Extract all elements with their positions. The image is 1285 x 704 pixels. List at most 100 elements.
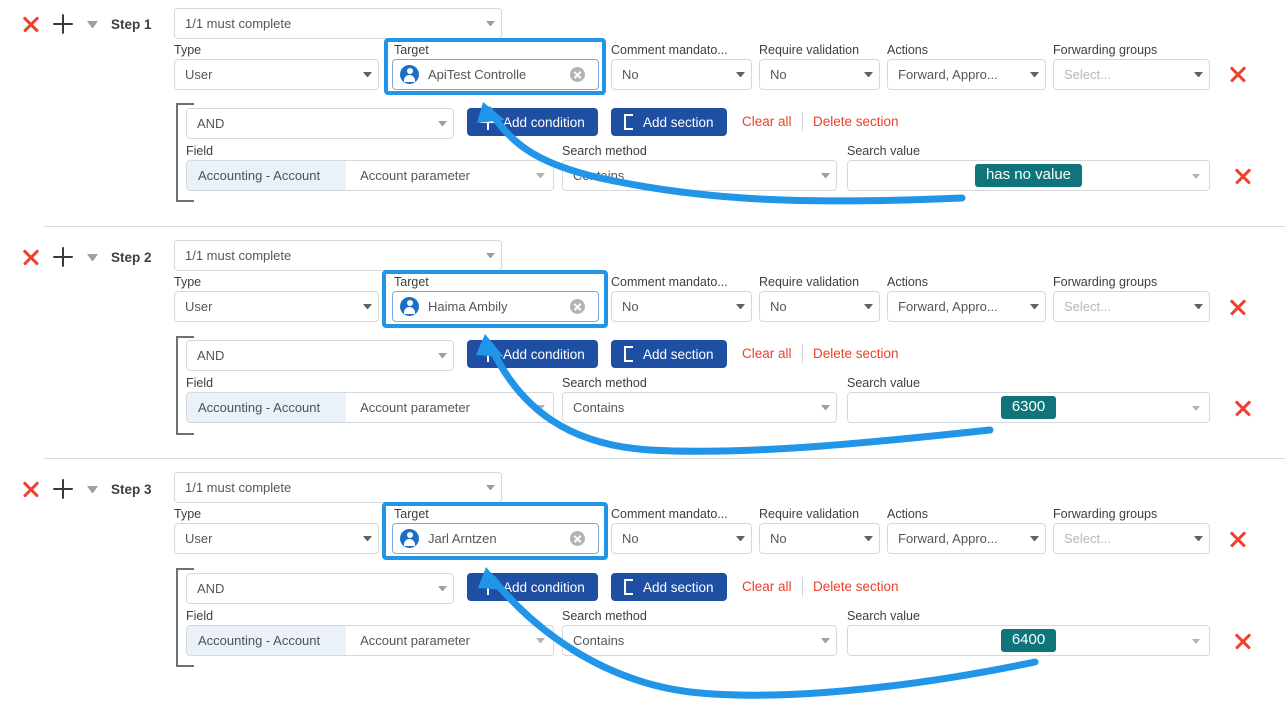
chevron-down-icon <box>536 638 545 643</box>
type-select[interactable]: User <box>174 59 379 90</box>
label-require-validation: Require validation <box>759 507 860 521</box>
approval-workflow-steps-editor: Step 1 1/1 must complete Type User Targe… <box>0 0 1285 704</box>
step-header-3: Step 3 <box>0 473 152 505</box>
step-completion-select[interactable]: 1/1 must complete <box>174 472 502 503</box>
add-step-icon[interactable] <box>53 14 73 34</box>
step-divider <box>44 458 1285 459</box>
add-section-button[interactable]: Add section <box>611 108 727 136</box>
collapse-step-caret-down-icon[interactable] <box>87 253 98 261</box>
search-value-select[interactable]: has no value <box>847 160 1210 191</box>
add-section-button[interactable]: Add section <box>611 573 727 601</box>
comment-mandatory-select[interactable]: No <box>611 523 752 554</box>
user-avatar-icon <box>400 65 419 84</box>
target-select[interactable]: ApiTest Controlle <box>392 59 599 90</box>
label-forwarding-groups: Forwarding groups <box>1053 507 1158 521</box>
delete-section-link[interactable]: Delete section <box>813 114 899 129</box>
divider <box>802 344 803 363</box>
add-step-icon[interactable] <box>53 479 73 499</box>
label-search-method: Search method <box>562 376 647 390</box>
delete-section-link[interactable]: Delete section <box>813 579 899 594</box>
chevron-down-icon <box>363 536 372 541</box>
type-select[interactable]: User <box>174 523 379 554</box>
search-method-select[interactable]: Contains <box>562 392 837 423</box>
logic-operator-select[interactable]: AND <box>186 108 454 139</box>
bracket-icon <box>624 579 633 595</box>
label-target: Target <box>394 275 429 289</box>
chevron-down-icon <box>486 485 495 490</box>
delete-step-icon[interactable] <box>20 478 42 500</box>
type-select[interactable]: User <box>174 291 379 322</box>
label-field: Field <box>186 376 214 390</box>
add-step-icon[interactable] <box>53 247 73 267</box>
step-label: Step 3 <box>111 481 152 497</box>
user-avatar-icon <box>400 297 419 316</box>
step-completion-select[interactable]: 1/1 must complete <box>174 8 502 39</box>
delete-approver-row-icon[interactable] <box>1227 296 1249 318</box>
clear-all-link[interactable]: Clear all <box>742 579 792 594</box>
actions-select[interactable]: Forward, Appro... <box>887 59 1046 90</box>
add-condition-button[interactable]: Add condition <box>467 573 598 601</box>
actions-select[interactable]: Forward, Appro... <box>887 523 1046 554</box>
collapse-step-caret-down-icon[interactable] <box>87 485 98 493</box>
step-divider <box>44 226 1285 227</box>
delete-approver-row-icon[interactable] <box>1227 63 1249 85</box>
chevron-down-icon <box>438 353 447 358</box>
chevron-down-icon <box>736 536 745 541</box>
clear-target-icon[interactable] <box>570 299 585 314</box>
label-actions: Actions <box>887 43 928 57</box>
comment-mandatory-select[interactable]: No <box>611 291 752 322</box>
search-value-select[interactable]: 6400 <box>847 625 1210 656</box>
label-field: Field <box>186 609 214 623</box>
label-require-validation: Require validation <box>759 275 860 289</box>
target-select[interactable]: Haima Ambily <box>392 291 599 322</box>
require-validation-select[interactable]: No <box>759 291 880 322</box>
actions-select[interactable]: Forward, Appro... <box>887 291 1046 322</box>
step-label: Step 1 <box>111 16 152 32</box>
comment-mandatory-select[interactable]: No <box>611 59 752 90</box>
chevron-down-icon <box>864 536 873 541</box>
delete-condition-row-icon[interactable] <box>1232 397 1254 419</box>
label-comment-mandatory: Comment mandato... <box>611 43 728 57</box>
label-type: Type <box>174 43 202 57</box>
delete-condition-row-icon[interactable] <box>1232 630 1254 652</box>
forwarding-groups-select[interactable]: Select... <box>1053 523 1210 554</box>
logic-operator-select[interactable]: AND <box>186 340 454 371</box>
search-method-select[interactable]: Contains <box>562 625 837 656</box>
plus-icon <box>480 114 495 130</box>
chevron-down-icon <box>736 72 745 77</box>
field-select[interactable]: Accounting - Account Account parameter <box>186 625 554 656</box>
field-select[interactable]: Accounting - Account Account parameter <box>186 392 554 423</box>
delete-approver-row-icon[interactable] <box>1227 528 1249 550</box>
delete-step-icon[interactable] <box>20 13 42 35</box>
forwarding-groups-select[interactable]: Select... <box>1053 59 1210 90</box>
clear-all-link[interactable]: Clear all <box>742 346 792 361</box>
forwarding-groups-select[interactable]: Select... <box>1053 291 1210 322</box>
step-completion-select[interactable]: 1/1 must complete <box>174 240 502 271</box>
logic-operator-select[interactable]: AND <box>186 573 454 604</box>
add-section-button[interactable]: Add section <box>611 340 727 368</box>
field-parameter: Account parameter <box>360 633 470 648</box>
target-select[interactable]: Jarl Arntzen <box>392 523 599 554</box>
clear-target-icon[interactable] <box>570 67 585 82</box>
label-search-value: Search value <box>847 144 920 158</box>
search-value-select[interactable]: 6300 <box>847 392 1210 423</box>
add-condition-button[interactable]: Add condition <box>467 108 598 136</box>
label-comment-mandatory: Comment mandato... <box>611 275 728 289</box>
require-validation-select[interactable]: No <box>759 59 880 90</box>
delete-condition-row-icon[interactable] <box>1232 165 1254 187</box>
search-method-select[interactable]: Contains <box>562 160 837 191</box>
clear-target-icon[interactable] <box>570 531 585 546</box>
chevron-down-icon <box>1194 304 1203 309</box>
clear-all-link[interactable]: Clear all <box>742 114 792 129</box>
label-search-method: Search method <box>562 609 647 623</box>
chevron-down-icon <box>1030 304 1039 309</box>
collapse-step-caret-down-icon[interactable] <box>87 20 98 28</box>
require-validation-select[interactable]: No <box>759 523 880 554</box>
chevron-down-icon <box>438 121 447 126</box>
chevron-down-icon <box>363 304 372 309</box>
add-condition-button[interactable]: Add condition <box>467 340 598 368</box>
label-field: Field <box>186 144 214 158</box>
delete-section-link[interactable]: Delete section <box>813 346 899 361</box>
field-select[interactable]: Accounting - Account Account parameter <box>186 160 554 191</box>
delete-step-icon[interactable] <box>20 246 42 268</box>
